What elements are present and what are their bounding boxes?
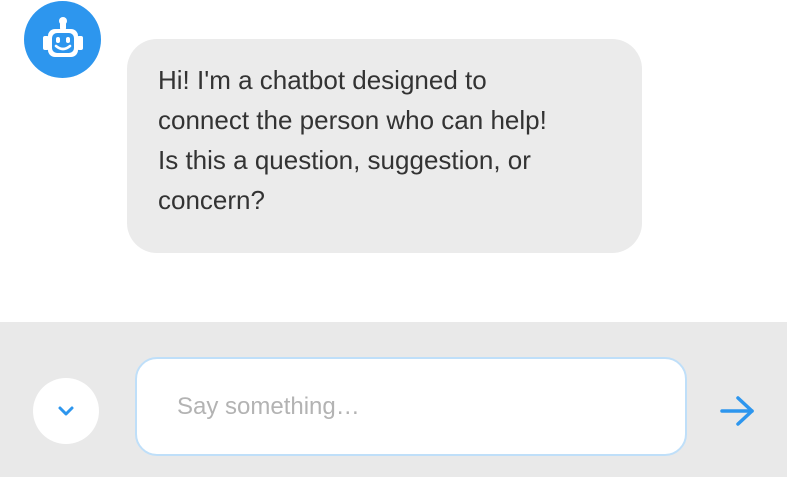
message-input[interactable] (135, 357, 687, 456)
arrow-right-icon (720, 396, 754, 426)
robot-face-icon (42, 16, 83, 57)
bot-message-bubble: Hi! I'm a chatbot designed to connect th… (127, 39, 642, 253)
bot-avatar (24, 1, 101, 78)
scroll-down-button[interactable] (33, 378, 99, 444)
send-button[interactable] (711, 384, 765, 438)
composer-bar (0, 322, 787, 477)
bot-message-text: Hi! I'm a chatbot designed to connect th… (158, 65, 547, 215)
chevron-down-icon (58, 406, 74, 416)
